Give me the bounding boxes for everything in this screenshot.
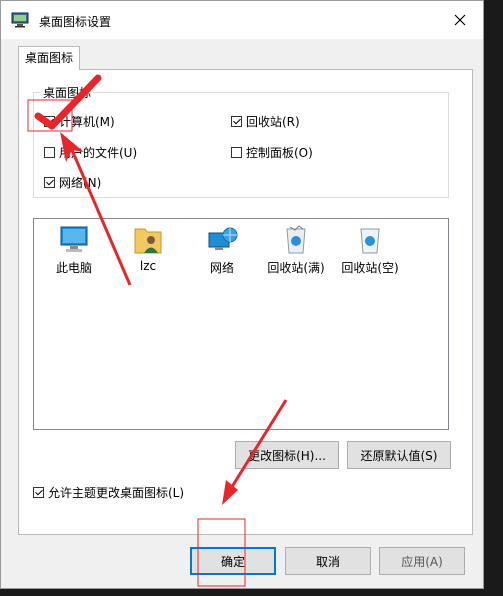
checkbox-box	[44, 147, 55, 158]
list-item-label: lzc	[139, 259, 157, 273]
monitor-app-icon	[11, 12, 29, 28]
change-icon-button[interactable]: 更改图标(H)...	[235, 441, 339, 469]
checkbox-label: 用户的文件(U)	[59, 146, 138, 160]
cancel-button[interactable]: 取消	[285, 547, 371, 575]
checkbox-label: 允许主题更改桌面图标(L)	[48, 486, 185, 500]
checkbox-network[interactable]: 网络(N)	[44, 174, 101, 191]
checkbox-user-files[interactable]: 用户的文件(U)	[44, 144, 137, 161]
recycle-bin-full-icon	[286, 225, 306, 254]
checkbox-box	[33, 487, 44, 498]
list-item-label: 回收站(空)	[341, 261, 399, 275]
icon-list-view[interactable]: 此电脑 lzc 网络 回收站(满) 回收站(空)	[33, 218, 449, 430]
close-icon	[454, 14, 466, 26]
checkbox-label: 网络(N)	[59, 176, 102, 190]
checkbox-label: 计算机(M)	[59, 115, 115, 129]
groupbox-legend: 桌面图标	[41, 84, 94, 101]
checkbox-box	[231, 116, 242, 127]
title-bar: 桌面图标设置	[1, 1, 483, 39]
apply-button[interactable]: 应用(A)	[379, 547, 465, 575]
window-title: 桌面图标设置	[39, 15, 112, 29]
checkbox-box	[231, 147, 242, 158]
list-item-label: 回收站(满)	[267, 261, 325, 275]
checkbox-allow-themes[interactable]: 允许主题更改桌面图标(L)	[33, 484, 184, 501]
ok-button[interactable]: 确定	[190, 547, 276, 575]
checkbox-control-panel[interactable]: 控制面板(O)	[231, 144, 313, 161]
list-item-label: 网络	[209, 261, 234, 275]
restore-default-button[interactable]: 还原默认值(S)	[347, 441, 451, 469]
tab-panel: 桌面图标 计算机(M) 用户的文件(U) 网络(N) 回收站(R) 控制面板(O…	[18, 69, 473, 535]
desktop-icon-settings-dialog: 桌面图标设置 桌面图标 桌面图标 计算机(M) 用户的文件(U) 网络(N) 回…	[0, 0, 484, 589]
checkbox-label: 回收站(R)	[246, 115, 300, 129]
checkbox-label: 控制面板(O)	[246, 146, 313, 160]
recycle-bin-empty-icon	[360, 228, 380, 254]
checkbox-box	[44, 116, 55, 127]
checkbox-box	[44, 177, 55, 188]
checkbox-computer[interactable]: 计算机(M)	[44, 113, 115, 130]
user-folder-icon	[134, 228, 162, 254]
close-button[interactable]	[437, 1, 483, 39]
list-item-label: 此电脑	[55, 261, 92, 275]
network-icon	[208, 227, 238, 250]
computer-icon	[60, 226, 88, 252]
checkbox-recycle-bin[interactable]: 回收站(R)	[231, 113, 300, 130]
desktop-icons-groupbox: 桌面图标 计算机(M) 用户的文件(U) 网络(N) 回收站(R) 控制面板(O…	[33, 84, 449, 198]
tab-desktop-icons[interactable]: 桌面图标	[18, 46, 80, 70]
